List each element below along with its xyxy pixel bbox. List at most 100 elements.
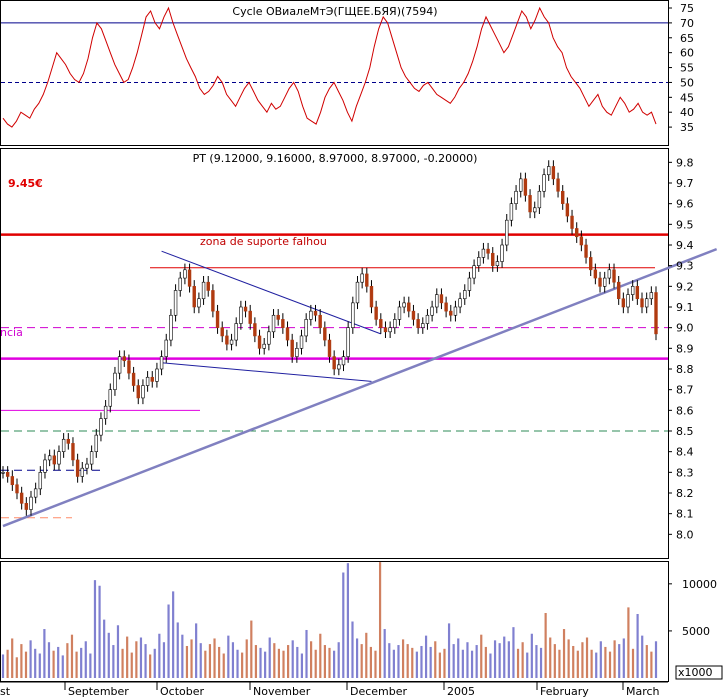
x-tick-label-september: September [68,685,129,697]
candle-body-65 [304,319,308,337]
candle-body-59 [276,314,280,320]
candle-body-123 [575,228,579,238]
candle-body-73 [341,356,346,366]
price-tick-label-9: 9.0 [676,322,694,335]
price-tick-label-9.4: 9.4 [676,239,694,252]
candle-body-129 [602,277,607,287]
price-tick-label-9.1: 9.1 [676,301,694,314]
candle-body-112 [523,178,528,196]
candle-body-110 [514,190,518,204]
candle-body-57 [267,331,271,345]
candle-body-45 [211,290,215,312]
candle-body-46 [215,310,220,328]
osc-tick-label-60: 60 [680,47,694,60]
candle-body-86 [402,302,406,308]
candle-body-25 [117,356,122,374]
candle-body-48 [225,335,229,345]
chart-root: 35 40 45 50 55 60 65 70 75 8.0 8.1 8.2 8.3 8.4 8.5 8.6 8… [0,0,723,697]
candle-body-126 [589,257,593,271]
candle-body-0 [1,472,5,474]
candle-body-114 [533,207,537,213]
candle-body-93 [435,294,439,308]
candle-body-94 [439,294,444,304]
candle-body-34 [159,356,164,370]
candle-body-90 [421,323,425,328]
candle-body-138 [644,298,649,308]
candle-body-23 [108,389,112,407]
candle-body-81 [379,319,383,328]
candle-body-125 [584,244,588,258]
candle-body-76 [355,281,360,304]
candle-body-39 [183,269,187,279]
price-tick-label-8.4: 8.4 [676,446,694,459]
candle-body-50 [234,323,238,341]
osc-tick-label-45: 45 [680,91,694,104]
candle-body-80 [374,306,378,320]
price-tick-label-9.3: 9.3 [676,260,694,273]
x-tick-label-st: st [0,685,11,697]
candle-body-29 [136,385,140,399]
candle-body-28 [131,372,136,386]
candle-body-63 [295,348,299,357]
candle-body-84 [393,319,397,328]
vol-tick-label-5000: 5000 [682,625,710,638]
price-title: PT (9.12000, 9.16000, 8.97000, 8.97000, … [193,152,478,165]
candle-body-87 [407,302,411,312]
candle-body-105 [491,252,495,266]
annotation-9-45: 9.45€ [8,177,43,190]
candle-body-35 [164,339,168,357]
candle-body-120 [561,190,565,204]
candle-body-116 [542,174,546,192]
price-tick-label-8.1: 8.1 [676,508,694,521]
x-tick-label-november: November [253,685,311,697]
candle-body-19 [89,451,94,465]
candle-body-60 [281,319,285,328]
candle-body-99 [463,290,467,300]
price-tick-label-9.7: 9.7 [676,177,694,190]
candle-body-140 [654,292,658,335]
candle-body-43 [201,281,206,300]
osc-tick-label-40: 40 [680,106,694,119]
candle-body-22 [103,405,108,419]
candle-body-137 [640,298,644,308]
osc-tick-label-55: 55 [680,62,694,75]
candle-body-8 [38,472,43,490]
osc-tick-label-70: 70 [680,17,694,30]
candle-body-54 [253,323,257,337]
candle-body-98 [458,298,462,308]
candle-body-1 [5,472,10,477]
candle-body-70 [327,339,332,357]
candle-body-122 [570,215,574,229]
candle-body-102 [477,257,481,266]
candle-body-36 [169,314,173,341]
candle-body-113 [528,195,532,213]
osc-tick-label-65: 65 [680,32,694,45]
candle-body-134 [626,294,630,308]
candle-body-71 [332,356,336,370]
candle-body-136 [635,286,640,300]
candle-body-2 [10,476,15,486]
candle-body-64 [299,335,304,349]
candle-body-127 [593,269,598,279]
osc-tick-label-50: 50 [680,76,694,89]
candle-body-47 [220,327,224,337]
candle-body-85 [397,306,402,320]
candle-body-95 [444,302,448,312]
candle-body-10 [47,455,52,461]
candle-body-101 [472,265,476,279]
candle-body-30 [141,385,145,399]
candle-body-130 [607,269,612,279]
candle-body-67 [313,310,318,316]
candle-body-92 [430,306,434,316]
candle-body-52 [243,306,248,312]
candle-body-53 [248,310,252,324]
candle-body-33 [155,368,159,382]
osc-tick-label-75: 75 [680,2,694,15]
candle-body-56 [262,343,266,349]
candle-body-77 [360,273,364,283]
candle-body-106 [495,261,500,266]
candle-body-21 [99,418,103,436]
price-tick-label-9.5: 9.5 [676,218,694,231]
x-tick-label-march: March [626,685,660,697]
price-tick-label-8.7: 8.7 [676,384,694,397]
